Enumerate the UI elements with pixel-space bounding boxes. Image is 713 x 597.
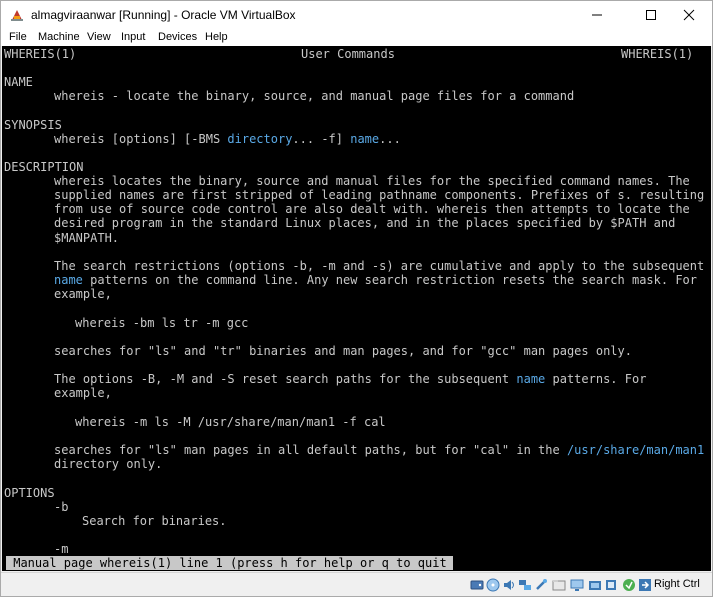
synopsis-cmd: whereis [options] [-BMS	[54, 132, 228, 146]
audio-icon[interactable]	[502, 578, 516, 592]
synopsis-name: name	[350, 132, 380, 146]
example-command: whereis -bm ls tr -m gcc	[75, 316, 249, 330]
man-path-link: /usr/share/man/man1	[566, 443, 705, 457]
man-header-right: WHEREIS(1)	[621, 47, 694, 61]
desc-line-pre: The options -B, -M and -S reset search p…	[54, 372, 517, 386]
desc-line-post: patterns. For	[545, 372, 647, 386]
window-title: almagviraanwar [Running] - Oracle VM Vir…	[31, 8, 296, 22]
display-icon[interactable]	[570, 578, 584, 592]
host-key-icon[interactable]	[638, 578, 652, 592]
synopsis-directory: directory	[227, 132, 293, 146]
synopsis-mid: ... -f]	[292, 132, 351, 146]
shared-folder-icon[interactable]	[552, 578, 566, 592]
synopsis-heading: SYNOPSIS	[4, 118, 62, 132]
desc-line-pre: searches for "ls" man pages in all defau…	[54, 443, 567, 457]
desc-line: from use of source code control are also…	[54, 202, 690, 216]
desc-line: supplied names are first stripped of lea…	[54, 188, 705, 202]
desc-line: desired program in the standard Linux pl…	[54, 216, 676, 230]
menu-file[interactable]: File	[9, 31, 27, 43]
menu-machine[interactable]: Machine	[38, 31, 80, 43]
man-header-center: User Commands	[301, 47, 395, 61]
virtualbox-window: almagviraanwar [Running] - Oracle VM Vir…	[0, 0, 713, 597]
cpu-icon[interactable]	[604, 578, 618, 592]
options-heading: OPTIONS	[4, 486, 55, 500]
option-flag: -b	[54, 500, 69, 514]
hard-disk-icon[interactable]	[470, 578, 484, 592]
desc-line-rest: patterns on the command line. Any new se…	[82, 273, 697, 287]
menu-input[interactable]: Input	[121, 31, 145, 43]
name-text: whereis - locate the binary, source, and…	[54, 89, 575, 103]
video-capture-icon[interactable]	[588, 578, 602, 592]
menu-devices[interactable]: Devices	[158, 31, 197, 43]
desc-line: $MANPATH.	[54, 231, 120, 245]
desc-line: directory only.	[54, 457, 163, 471]
menu-help[interactable]: Help	[205, 31, 228, 43]
network-icon[interactable]	[518, 578, 532, 592]
vm-status-bar: Right Ctrl	[1, 572, 712, 596]
desc-line: searches for "ls" and "tr" binaries and …	[54, 344, 632, 358]
usb-icon[interactable]	[534, 578, 548, 592]
guest-terminal[interactable]: WHEREIS(1) User Commands WHEREIS(1) NAME…	[2, 46, 711, 571]
synopsis-tail: ...	[379, 132, 401, 146]
name-keyword: name	[54, 273, 83, 287]
desc-line: name patterns on the command line. Any n…	[54, 273, 697, 287]
desc-line: example,	[54, 386, 112, 400]
description-heading: DESCRIPTION	[4, 160, 84, 174]
host-key-label: Right Ctrl	[654, 578, 700, 590]
desc-line: whereis locates the binary, source and m…	[54, 174, 690, 188]
menu-view[interactable]: View	[87, 31, 111, 43]
maximize-icon	[646, 10, 656, 20]
close-icon	[683, 9, 695, 21]
desc-line: searches for "ls" man pages in all defau…	[54, 443, 704, 457]
pager-status-line: Manual page whereis(1) line 1 (press h f…	[6, 556, 446, 570]
mouse-integration-icon[interactable]	[622, 578, 636, 592]
virtualbox-app-icon	[9, 7, 25, 23]
name-heading: NAME	[4, 75, 33, 89]
name-keyword: name	[516, 372, 546, 386]
text-cursor	[446, 556, 453, 570]
desc-line: The search restrictions (options -b, -m …	[54, 259, 705, 273]
man-header-left: WHEREIS(1)	[4, 47, 77, 61]
title-bar[interactable]: almagviraanwar [Running] - Oracle VM Vir…	[1, 1, 712, 29]
minimize-button[interactable]	[574, 1, 620, 29]
option-description: Search for binaries.	[82, 514, 227, 528]
synopsis-text: whereis [options] [-BMS directory... -f]…	[54, 132, 401, 146]
optical-drive-icon[interactable]	[486, 578, 500, 592]
close-button[interactable]	[666, 1, 712, 29]
minimize-icon	[592, 14, 602, 16]
example-command: whereis -m ls -M /usr/share/man/man1 -f …	[75, 415, 386, 429]
menu-bar: File Machine View Input Devices Help	[1, 29, 712, 46]
desc-line: The options -B, -M and -S reset search p…	[54, 372, 646, 386]
desc-line: example,	[54, 287, 112, 301]
option-flag: -m	[54, 542, 69, 556]
